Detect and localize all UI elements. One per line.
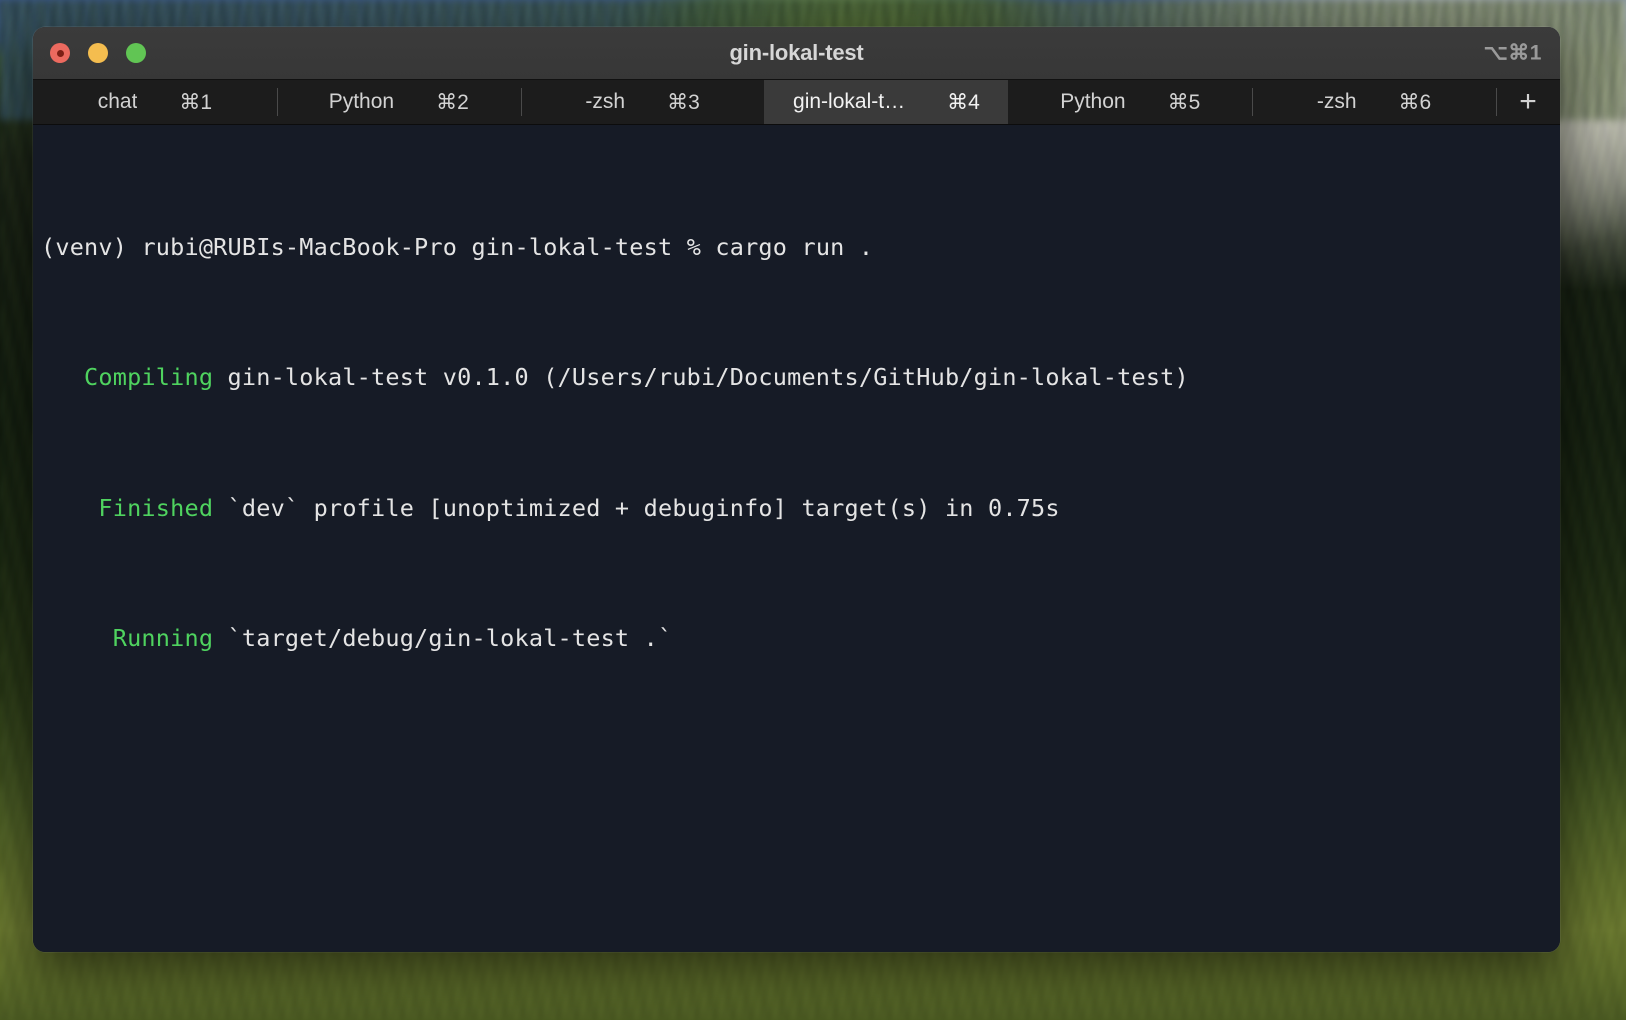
tab-label: gin-lokal-t… [793, 90, 906, 113]
tab-label: Python [328, 90, 395, 113]
prompt-venv: (venv) [41, 232, 142, 261]
tab-shortcut: ⌘2 [436, 90, 469, 114]
shell-prompt-line: (venv) rubi@RUBIs-MacBook-Pro gin-lokal-… [41, 231, 1560, 264]
cargo-finished-line: Finished `dev` profile [unoptimized + de… [41, 492, 1560, 525]
cargo-status: Compiling [41, 363, 214, 392]
window-controls [50, 43, 146, 63]
tab-shortcut: ⌘4 [947, 90, 980, 114]
terminal-output-area[interactable]: (venv) rubi@RUBIs-MacBook-Pro gin-lokal-… [33, 125, 1560, 952]
cargo-status: Running [41, 623, 214, 652]
tab-label: Python [1060, 90, 1126, 113]
window-titlebar[interactable]: gin-lokal-test ⌥⌘1 [33, 27, 1560, 80]
prompt-user-host: rubi@RUBIs-MacBook-Pro [141, 232, 472, 261]
close-window-button[interactable] [50, 43, 70, 63]
tab-shortcut: ⌘3 [667, 90, 700, 114]
cargo-status: Finished [41, 493, 214, 522]
tab-zsh-1[interactable]: -zsh ⌘3 [520, 80, 765, 124]
tab-chat[interactable]: chat ⌘1 [33, 80, 277, 124]
tab-python-1[interactable]: Python ⌘2 [276, 80, 521, 124]
window-title: gin-lokal-test [729, 40, 864, 65]
window-shortcut-hint: ⌥⌘1 [1483, 41, 1542, 65]
cargo-detail: `dev` profile [unoptimized + debuginfo] … [213, 493, 1060, 522]
tab-shortcut: ⌘5 [1167, 90, 1201, 114]
tab-shortcut: ⌘6 [1398, 90, 1432, 114]
tab-python-2[interactable]: Python ⌘5 [1008, 80, 1253, 124]
prompt-command: cargo run . [715, 232, 874, 261]
cargo-compiling-line: Compiling gin-lokal-test v0.1.0 (/Users/… [41, 361, 1560, 394]
tab-label: -zsh [1316, 90, 1357, 113]
cargo-detail: gin-lokal-test v0.1.0 (/Users/rubi/Docum… [213, 363, 1189, 392]
tab-zsh-2[interactable]: -zsh ⌘6 [1252, 80, 1496, 124]
tab-label: -zsh [585, 90, 626, 113]
tab-shortcut: ⌘1 [179, 90, 213, 114]
terminal-window: gin-lokal-test ⌥⌘1 chat ⌘1 Python ⌘2 -zs… [33, 27, 1560, 952]
prompt-cwd: gin-lokal-test [471, 232, 687, 261]
tab-label: chat [97, 90, 138, 113]
cargo-running-line: Running `target/debug/gin-lokal-test .` [41, 622, 1560, 655]
minimize-window-button[interactable] [88, 43, 108, 63]
tab-bar: chat ⌘1 Python ⌘2 -zsh ⌘3 gin-lokal-t… ⌘… [33, 80, 1560, 125]
new-tab-plus-icon[interactable]: + [1495, 80, 1560, 124]
prompt-sigil: % [686, 232, 716, 261]
maximize-window-button[interactable] [126, 43, 146, 63]
cargo-detail: `target/debug/gin-lokal-test .` [213, 623, 673, 652]
tab-gin-lokal-test[interactable]: gin-lokal-t… ⌘4 [764, 80, 1009, 124]
